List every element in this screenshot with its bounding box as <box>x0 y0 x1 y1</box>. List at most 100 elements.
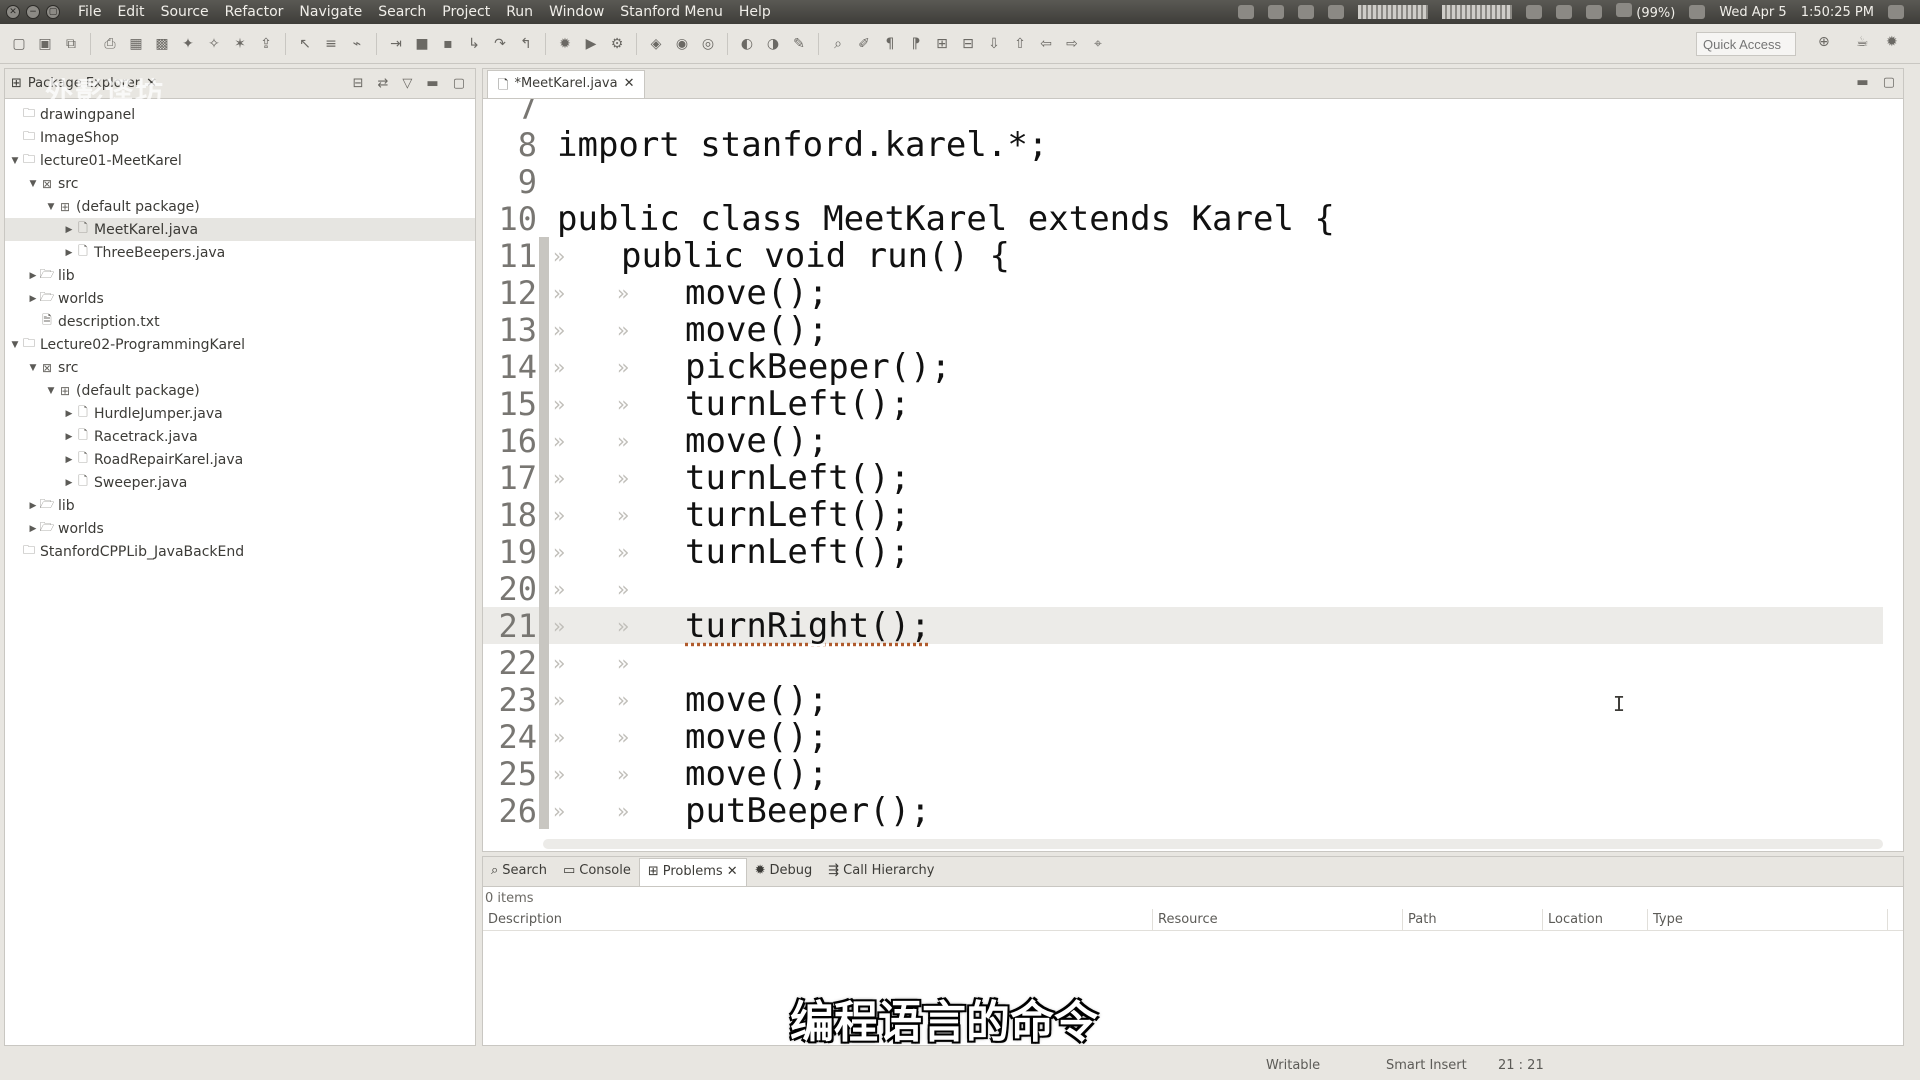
code-line[interactable]: 17»» turnLeft(); <box>483 458 1883 498</box>
volume-icon[interactable] <box>1689 5 1706 19</box>
tree-item[interactable]: ▶ 🗋 Racetrack.java <box>5 425 475 448</box>
overview-ruler[interactable] <box>1891 99 1903 839</box>
edit-icon[interactable]: ✎ <box>788 33 810 55</box>
collapsed-arrow-icon[interactable]: ▶ <box>27 501 39 511</box>
highlight-icon[interactable]: ✐ <box>853 33 875 55</box>
menu-refactor[interactable]: Refactor <box>217 4 292 20</box>
tree-item[interactable]: ▼ ⊞ (default package) <box>5 195 475 218</box>
maximize-editor-icon[interactable]: ▢ <box>1883 75 1895 90</box>
tree-item[interactable]: ▶ 🗁 worlds <box>5 517 475 540</box>
code-line[interactable]: 12»» move(); <box>483 273 1883 313</box>
toggle-mark-icon[interactable]: ¶ <box>879 33 901 55</box>
camera-icon[interactable] <box>1238 5 1255 19</box>
step-over-icon[interactable]: ↷ <box>489 33 511 55</box>
sync-icon[interactable] <box>1268 5 1285 19</box>
collapsed-arrow-icon[interactable]: ▶ <box>63 248 75 258</box>
code-line[interactable]: 21»» turnRight(); <box>483 606 1883 646</box>
quick-access-input[interactable] <box>1696 32 1796 56</box>
runner-alt-icon[interactable]: ✶ <box>229 33 251 55</box>
collapsed-arrow-icon[interactable]: ▶ <box>63 225 75 235</box>
pin-icon[interactable]: ⌖ <box>1087 33 1109 55</box>
close-window-icon[interactable]: ✕ <box>6 5 20 19</box>
menu-run[interactable]: Run <box>498 4 541 20</box>
list-icon[interactable]: ≡ <box>320 33 342 55</box>
code-line[interactable]: 15»» turnLeft(); <box>483 384 1883 424</box>
wifi-icon[interactable] <box>1526 5 1543 19</box>
prev-annotation-icon[interactable]: ⇧ <box>1009 33 1031 55</box>
code-area[interactable]: 7 8 import stanford.karel.*; 9 10 public clas… <box>483 99 1883 839</box>
tab-debug[interactable]: ✹ Debug <box>747 858 821 886</box>
minimize-window-icon[interactable]: − <box>26 5 40 19</box>
maximize-view-icon[interactable]: ▢ <box>453 76 465 91</box>
expanded-arrow-icon[interactable]: ▼ <box>45 386 57 396</box>
menu-stanford[interactable]: Stanford Menu <box>612 4 731 20</box>
close-tab-icon[interactable]: ✕ <box>624 76 635 93</box>
status-insert-mode[interactable]: Smart Insert <box>1386 1058 1467 1073</box>
menu-edit[interactable]: Edit <box>109 4 152 20</box>
save-all-icon[interactable]: ⧉ <box>60 33 82 55</box>
step-into-icon[interactable]: ↳ <box>463 33 485 55</box>
code-line[interactable]: 8 import stanford.karel.*; <box>483 125 1883 165</box>
step-return-icon[interactable]: ↰ <box>515 33 537 55</box>
pointer-icon[interactable]: ↖ <box>294 33 316 55</box>
new-package-icon[interactable]: ◉ <box>671 33 693 55</box>
code-line[interactable]: 25»» move(); <box>483 754 1883 794</box>
collapsed-arrow-icon[interactable]: ▶ <box>63 432 75 442</box>
menu-source[interactable]: Source <box>153 4 217 20</box>
menu-help[interactable]: Help <box>731 4 779 20</box>
new-java-project-icon[interactable]: ◈ <box>645 33 667 55</box>
collapsed-arrow-icon[interactable]: ▶ <box>63 478 75 488</box>
search-icon[interactable]: ⌕ <box>827 33 849 55</box>
expanded-arrow-icon[interactable]: ▼ <box>27 179 39 189</box>
word-wrap-icon[interactable]: ⊟ <box>957 33 979 55</box>
tree-item[interactable]: ▼ 🗀 Lecture02-ProgrammingKarel <box>5 333 475 356</box>
column-path[interactable]: Path <box>1403 909 1543 930</box>
tab-call-hierarchy[interactable]: ⇶ Call Hierarchy <box>820 858 942 886</box>
tree-item[interactable]: 🗀 StanfordCPPLib_JavaBackEnd <box>5 540 475 563</box>
code-line[interactable]: 19»» turnLeft(); <box>483 532 1883 572</box>
mail-icon[interactable] <box>1586 5 1603 19</box>
collapse-all-icon[interactable]: ⊟ <box>353 76 364 91</box>
collapsed-arrow-icon[interactable]: ▶ <box>63 455 75 465</box>
tree-item[interactable]: ▶ 🗋 RoadRepairKarel.java <box>5 448 475 471</box>
column-type[interactable]: Type <box>1648 909 1888 930</box>
print-icon[interactable]: ⎙ <box>99 33 121 55</box>
menu-file[interactable]: File <box>70 4 109 20</box>
minimize-view-icon[interactable]: ▬ <box>426 76 438 91</box>
new-class-icon[interactable]: ◎ <box>697 33 719 55</box>
code-line[interactable]: 23»» move(); <box>483 680 1883 720</box>
code-line[interactable]: 7 <box>483 99 1883 127</box>
run-karel-icon[interactable]: ✦ <box>177 33 199 55</box>
link-with-editor-icon[interactable]: ⇄ <box>378 76 389 91</box>
code-line[interactable]: 9 <box>483 163 1883 201</box>
code-line[interactable]: 24»» move(); <box>483 717 1883 757</box>
tree-item[interactable]: ▼ 🗀 lecture01-MeetKarel <box>5 149 475 172</box>
tree-item[interactable]: ▶ 🗁 worlds <box>5 287 475 310</box>
save-icon[interactable]: ▣ <box>34 33 56 55</box>
external-tools-icon[interactable]: ⚙ <box>606 33 628 55</box>
cpu-monitor-icon[interactable] <box>1358 5 1429 19</box>
column-location[interactable]: Location <box>1543 909 1648 930</box>
code-line[interactable]: 14»» pickBeeper(); <box>483 347 1883 387</box>
code-line[interactable]: 20»» <box>483 570 1883 608</box>
new-icon[interactable]: ▢ <box>8 33 30 55</box>
horizontal-scrollbar[interactable] <box>543 839 1883 849</box>
debug-icon[interactable]: ✹ <box>554 33 576 55</box>
open-task-icon[interactable]: ◑ <box>762 33 784 55</box>
editor-tab-meetkarel[interactable]: 🗋 *MeetKarel.java ✕ <box>487 70 646 98</box>
column-description[interactable]: Description <box>483 909 1153 930</box>
clock-time[interactable]: 1:50:25 PM <box>1801 5 1874 20</box>
close-tab-icon[interactable]: ✕ <box>727 864 738 881</box>
karel-world-icon[interactable]: ▦ <box>125 33 147 55</box>
forward-icon[interactable]: ⇨ <box>1061 33 1083 55</box>
skip-icon[interactable]: ⇥ <box>385 33 407 55</box>
tab-problems[interactable]: ⊞ Problems ✕ <box>638 858 747 886</box>
tree-item[interactable]: ▼ ⊞ (default package) <box>5 379 475 402</box>
stop-icon[interactable]: ■ <box>411 33 433 55</box>
expanded-arrow-icon[interactable]: ▼ <box>9 340 21 350</box>
tree-item[interactable]: ▶ 🗋 MeetKarel.java <box>5 218 475 241</box>
open-perspective-icon[interactable]: ⊕ <box>1818 34 1840 56</box>
maximize-window-icon[interactable]: ▢ <box>46 5 60 19</box>
upload-icon[interactable]: ⇪ <box>255 33 277 55</box>
show-whitespace-icon[interactable]: ⁋ <box>905 33 927 55</box>
